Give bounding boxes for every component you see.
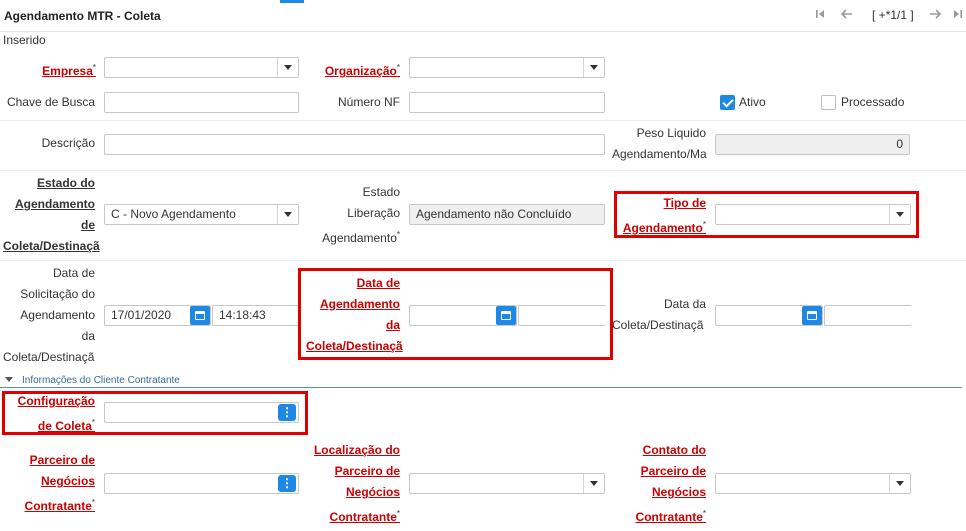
last-page-icon[interactable] bbox=[953, 8, 963, 22]
parceiro-label-l3: Contratante* bbox=[24, 498, 95, 513]
peso-label-line2: Agendamento/Ma bbox=[612, 147, 707, 161]
row-divider bbox=[0, 170, 966, 171]
row-divider bbox=[0, 260, 966, 261]
contato-label-l3: Negócios bbox=[651, 485, 706, 499]
descricao-input[interactable] bbox=[104, 134, 605, 155]
data-solicitacao-label-l4: da bbox=[81, 329, 95, 343]
estado-agendamento-select[interactable]: C - Novo Agendamento bbox=[104, 204, 299, 225]
collapse-triangle-icon[interactable] bbox=[5, 377, 13, 382]
data-agendamento-label-l2: Agendamento bbox=[319, 297, 400, 311]
data-agendamento-label-l3: da bbox=[385, 318, 400, 332]
contato-label-l4: Contratante* bbox=[635, 509, 706, 524]
tipo-agendamento-label-l1: Tipo de bbox=[663, 196, 706, 210]
chevron-down-icon[interactable] bbox=[583, 58, 604, 77]
window-title: Agendamento MTR - Coleta bbox=[4, 9, 161, 23]
data-solicitacao-time[interactable]: 14:18:43 bbox=[212, 305, 300, 326]
parceiro-label-l1: Parceiro de bbox=[29, 453, 95, 467]
localizacao-label-l3: Negócios bbox=[345, 485, 400, 499]
peso-liquido-field: 0 bbox=[715, 134, 910, 155]
tipo-agendamento-label-l2: Agendamento* bbox=[622, 220, 706, 235]
localizacao-select[interactable] bbox=[409, 473, 605, 494]
chave-busca-input[interactable] bbox=[104, 92, 299, 113]
data-coleta-date[interactable] bbox=[715, 305, 823, 326]
localizacao-label-l2: Parceiro de bbox=[334, 464, 400, 478]
processado-checkbox[interactable] bbox=[821, 95, 836, 110]
estado-agendamento-label-l1: Estado do bbox=[36, 176, 95, 190]
contato-select[interactable] bbox=[715, 473, 911, 494]
section-divider bbox=[0, 387, 962, 388]
row-divider bbox=[0, 120, 966, 121]
numero-nf-label: Número NF bbox=[337, 95, 400, 109]
chevron-down-icon[interactable] bbox=[889, 474, 910, 493]
contato-label-l2: Parceiro de bbox=[640, 464, 706, 478]
chevron-down-icon[interactable] bbox=[889, 205, 910, 224]
data-agendamento-label-l1: Data de bbox=[356, 276, 400, 290]
processado-label: Processado bbox=[841, 95, 905, 109]
estado-agendamento-label-l3: de bbox=[80, 218, 95, 232]
calendar-icon[interactable] bbox=[496, 306, 516, 325]
organizacao-select[interactable] bbox=[409, 57, 605, 78]
estado-agendamento-label-l4: Coleta/Destinaçã bbox=[3, 239, 100, 253]
empresa-select[interactable] bbox=[104, 57, 299, 78]
ativo-checkbox[interactable] bbox=[720, 95, 735, 110]
record-status: Inserido bbox=[3, 33, 46, 47]
descricao-label: Descrição bbox=[41, 136, 95, 150]
section-title[interactable]: Informações do Cliente Contratante bbox=[22, 375, 180, 386]
chave-busca-label: Chave de Busca bbox=[6, 95, 95, 109]
localizacao-label-l1: Localização do bbox=[313, 443, 400, 457]
configuracao-coleta-input[interactable]: ⋮ bbox=[104, 402, 299, 423]
chevron-down-icon[interactable] bbox=[277, 205, 298, 224]
contato-label-l1: Contato do bbox=[642, 443, 706, 457]
active-tab-indicator bbox=[280, 0, 304, 3]
configuracao-coleta-label-l2: de Coleta* bbox=[37, 418, 95, 433]
estado-liberacao-field: Agendamento não Concluído bbox=[409, 204, 605, 225]
calendar-icon[interactable] bbox=[190, 306, 210, 325]
organizacao-label: Organização* bbox=[324, 63, 400, 78]
record-pager: [ +*1/1 ] bbox=[872, 8, 914, 22]
data-solicitacao-label-l1: Data de bbox=[52, 266, 95, 280]
next-icon[interactable] bbox=[929, 8, 942, 22]
previous-icon[interactable] bbox=[840, 8, 853, 22]
parceiro-label-l2: Negócios bbox=[40, 474, 95, 488]
peso-label-line1: Peso Liquido bbox=[636, 126, 706, 140]
calendar-icon[interactable] bbox=[802, 306, 822, 325]
localizacao-label-l4: Contratante* bbox=[329, 509, 400, 524]
empresa-label: Empresa* bbox=[42, 63, 96, 78]
estado-liberacao-label-l3: Agendamento* bbox=[322, 230, 400, 245]
tipo-agendamento-select[interactable] bbox=[715, 204, 911, 225]
more-options-icon[interactable]: ⋮ bbox=[278, 475, 296, 492]
ativo-label: Ativo bbox=[739, 95, 766, 109]
data-solicitacao-label-l2: Solicitação do bbox=[20, 287, 95, 301]
estado-liberacao-label-l2: Liberação bbox=[347, 206, 400, 220]
estado-agendamento-label-l2: Agendamento bbox=[14, 197, 95, 211]
data-solicitacao-label-l5: Coleta/Destinaçã bbox=[3, 350, 95, 364]
data-solicitacao-date[interactable]: 17/01/2020 bbox=[104, 305, 211, 326]
data-coleta-label-l1: Data da bbox=[663, 297, 706, 311]
data-coleta-time[interactable] bbox=[824, 305, 912, 326]
chevron-down-icon[interactable] bbox=[277, 58, 298, 77]
chevron-down-icon[interactable] bbox=[583, 474, 604, 493]
more-options-icon[interactable]: ⋮ bbox=[278, 404, 296, 421]
parceiro-input[interactable]: ⋮ bbox=[104, 473, 299, 494]
data-agendamento-time[interactable] bbox=[518, 305, 606, 326]
numero-nf-input[interactable] bbox=[409, 92, 605, 113]
data-agendamento-label-l4: Coleta/Destinaçã bbox=[306, 339, 403, 353]
data-coleta-label-l2: Coleta/Destinaçã bbox=[612, 318, 704, 332]
data-solicitacao-label-l3: Agendamento bbox=[20, 308, 95, 322]
first-page-icon[interactable] bbox=[815, 8, 825, 22]
estado-liberacao-label-l1: Estado bbox=[362, 185, 400, 199]
configuracao-coleta-label-l1: Configuração bbox=[17, 394, 95, 408]
data-agendamento-date[interactable] bbox=[409, 305, 517, 326]
